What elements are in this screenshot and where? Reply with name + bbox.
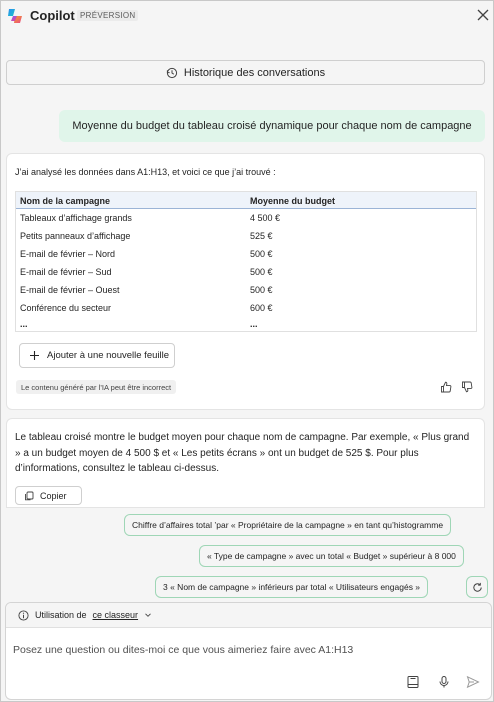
- prompt-input[interactable]: [13, 641, 483, 659]
- close-icon[interactable]: [474, 6, 492, 24]
- table-row: ... ...: [16, 315, 476, 333]
- send-icon[interactable]: [466, 675, 480, 689]
- table-row: E-mail de février – Sud 500 €: [16, 263, 476, 281]
- table-row: E-mail de février – Ouest 500 €: [16, 281, 476, 299]
- table-row: Tableaux d’affichage grands 4 500 €: [16, 209, 476, 227]
- cell-campaign: Conférence du secteur: [20, 303, 112, 313]
- cell-campaign: ...: [20, 319, 28, 329]
- prompt-guide-icon[interactable]: [406, 675, 420, 689]
- history-label: Historique des conversations: [183, 66, 326, 79]
- user-message-text: Moyenne du budget du tableau croisé dyna…: [72, 120, 472, 132]
- copy-label: Copier: [40, 490, 67, 501]
- cell-budget: ...: [250, 319, 258, 329]
- cell-campaign: Petits panneaux d’affichage: [20, 231, 131, 241]
- suggestion-chip[interactable]: Chiffre d’affaires total ’par « Propriét…: [124, 514, 452, 536]
- header: Copilot PRÉVERSION: [1, 1, 494, 31]
- context-selector[interactable]: Utilisation de ce classeur: [6, 603, 491, 628]
- suggestion-chip[interactable]: 3 « Nom de campagne » inférieurs par tot…: [155, 576, 429, 598]
- cell-budget: 500 €: [250, 249, 273, 259]
- pivot-table: Nom de la campagne Moyenne du budget Tab…: [15, 191, 477, 332]
- microphone-icon[interactable]: [437, 675, 451, 689]
- column-header-campaign: Nom de la campagne: [20, 196, 111, 206]
- summary-text: Le tableau croisé montre le budget moyen…: [15, 432, 470, 474]
- cell-budget: 4 500 €: [250, 213, 281, 223]
- refresh-icon: [472, 582, 482, 592]
- history-button[interactable]: Historique des conversations: [6, 60, 485, 85]
- column-header-budget: Moyenne du budget: [250, 196, 335, 206]
- summary-card: Le tableau croisé montre le budget moyen…: [6, 418, 485, 508]
- table-row: Petits panneaux d’affichage 525 €: [16, 227, 476, 245]
- refresh-suggestions-button[interactable]: [466, 576, 488, 598]
- table-header: Nom de la campagne Moyenne du budget: [16, 192, 476, 209]
- plus-icon: [30, 351, 39, 360]
- cell-budget: 525 €: [250, 231, 273, 241]
- cell-campaign: E-mail de février – Ouest: [20, 285, 120, 295]
- cell-budget: 600 €: [250, 303, 273, 313]
- cell-budget: 500 €: [250, 267, 273, 277]
- cell-campaign: E-mail de février – Nord: [20, 249, 116, 259]
- add-to-new-sheet-button[interactable]: Ajouter à une nouvelle feuille: [19, 343, 175, 368]
- suggestion-chip[interactable]: « Type de campagne » avec un total « Bud…: [199, 545, 464, 567]
- cell-campaign: Tableaux d’affichage grands: [20, 213, 132, 223]
- copilot-logo: [8, 9, 22, 23]
- cell-budget: 500 €: [250, 285, 273, 295]
- response-card: J’ai analysé les données dans A1:H13, et…: [6, 153, 485, 410]
- user-message: Moyenne du budget du tableau croisé dyna…: [59, 110, 485, 142]
- thumbs-up-icon[interactable]: [440, 381, 452, 393]
- info-icon: [18, 609, 29, 621]
- add-to-new-sheet-label: Ajouter à une nouvelle feuille: [47, 350, 170, 361]
- copy-button[interactable]: Copier: [15, 486, 82, 505]
- ai-disclaimer: Le contenu généré par l’IA peut être inc…: [16, 380, 177, 394]
- cell-campaign: E-mail de février – Sud: [20, 267, 112, 277]
- copilot-pane: Copilot PRÉVERSION Historique des conver…: [0, 0, 494, 702]
- app-title: Copilot: [30, 8, 75, 23]
- composer: Utilisation de ce classeur: [5, 602, 492, 700]
- context-label: Utilisation de: [35, 610, 87, 620]
- preview-badge: PRÉVERSION: [77, 10, 139, 21]
- table-row: E-mail de février – Nord 500 €: [16, 245, 476, 263]
- copy-icon: [25, 491, 34, 500]
- chevron-down-icon: [145, 613, 151, 617]
- history-icon: [166, 67, 177, 78]
- context-link[interactable]: ce classeur: [93, 610, 139, 620]
- response-intro: J’ai analysé les données dans A1:H13, et…: [15, 167, 276, 177]
- thumbs-down-icon[interactable]: [461, 381, 473, 393]
